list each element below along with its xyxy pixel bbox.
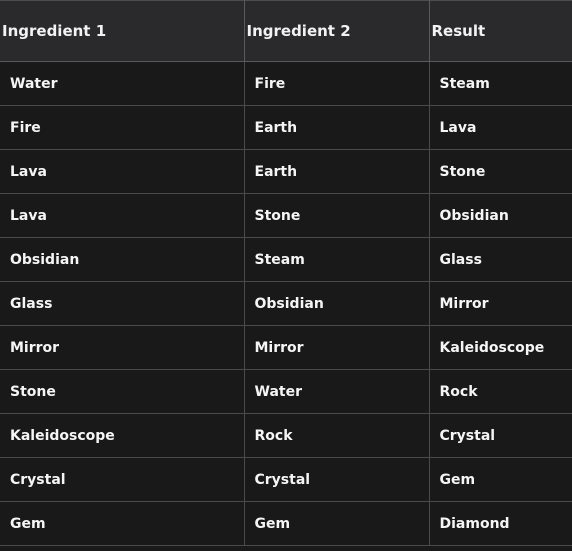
cell-result: Crystal	[429, 413, 572, 458]
cell-result: Steam	[429, 61, 572, 106]
cell-result: Kaleidoscope	[429, 325, 572, 370]
cell-result: Rock	[429, 369, 572, 414]
column-header-ingredient-2[interactable]: Ingredient 2	[244, 0, 430, 62]
cell-ingredient-1: Stone	[0, 369, 245, 414]
recipe-table: Ingredient 1 Ingredient 2 Result Water F…	[0, 0, 572, 546]
table-row[interactable]: Fire Earth Lava	[0, 105, 572, 150]
table-header: Ingredient 1 Ingredient 2 Result	[0, 0, 572, 62]
cell-ingredient-1: Kaleidoscope	[0, 413, 245, 458]
cell-result: Glass	[429, 237, 572, 282]
table-row[interactable]: Obsidian Steam Glass	[0, 237, 572, 282]
table-row[interactable]: Gem Gem Diamond	[0, 501, 572, 546]
cell-result: Obsidian	[429, 193, 572, 238]
cell-ingredient-1: Crystal	[0, 457, 245, 502]
cell-ingredient-1: Glass	[0, 281, 245, 326]
cell-ingredient-2: Earth	[244, 105, 430, 150]
cell-ingredient-2: Crystal	[244, 457, 430, 502]
table-body: Water Fire Steam Fire Earth Lava Lava Ea…	[0, 61, 572, 546]
cell-ingredient-1: Lava	[0, 149, 245, 194]
cell-ingredient-1: Mirror	[0, 325, 245, 370]
cell-ingredient-1: Fire	[0, 105, 245, 150]
column-header-ingredient-1[interactable]: Ingredient 1	[0, 0, 245, 62]
table-row[interactable]: Water Fire Steam	[0, 61, 572, 106]
cell-ingredient-1: Obsidian	[0, 237, 245, 282]
cell-ingredient-2: Fire	[244, 61, 430, 106]
cell-ingredient-2: Obsidian	[244, 281, 430, 326]
cell-result: Stone	[429, 149, 572, 194]
table-header-row: Ingredient 1 Ingredient 2 Result	[0, 0, 572, 62]
table-row[interactable]: Lava Stone Obsidian	[0, 193, 572, 238]
table-row[interactable]: Stone Water Rock	[0, 369, 572, 414]
table-row[interactable]: Lava Earth Stone	[0, 149, 572, 194]
cell-ingredient-2: Earth	[244, 149, 430, 194]
table-row[interactable]: Mirror Mirror Kaleidoscope	[0, 325, 572, 370]
cell-ingredient-1: Water	[0, 61, 245, 106]
cell-result: Mirror	[429, 281, 572, 326]
cell-result: Diamond	[429, 501, 572, 546]
cell-ingredient-2: Gem	[244, 501, 430, 546]
table-row[interactable]: Kaleidoscope Rock Crystal	[0, 413, 572, 458]
cell-ingredient-2: Stone	[244, 193, 430, 238]
cell-ingredient-1: Lava	[0, 193, 245, 238]
column-header-result[interactable]: Result	[429, 0, 572, 62]
cell-ingredient-2: Rock	[244, 413, 430, 458]
cell-result: Gem	[429, 457, 572, 502]
cell-ingredient-1: Gem	[0, 501, 245, 546]
cell-ingredient-2: Steam	[244, 237, 430, 282]
cell-result: Lava	[429, 105, 572, 150]
table-row[interactable]: Glass Obsidian Mirror	[0, 281, 572, 326]
cell-ingredient-2: Water	[244, 369, 430, 414]
table-row[interactable]: Crystal Crystal Gem	[0, 457, 572, 502]
cell-ingredient-2: Mirror	[244, 325, 430, 370]
